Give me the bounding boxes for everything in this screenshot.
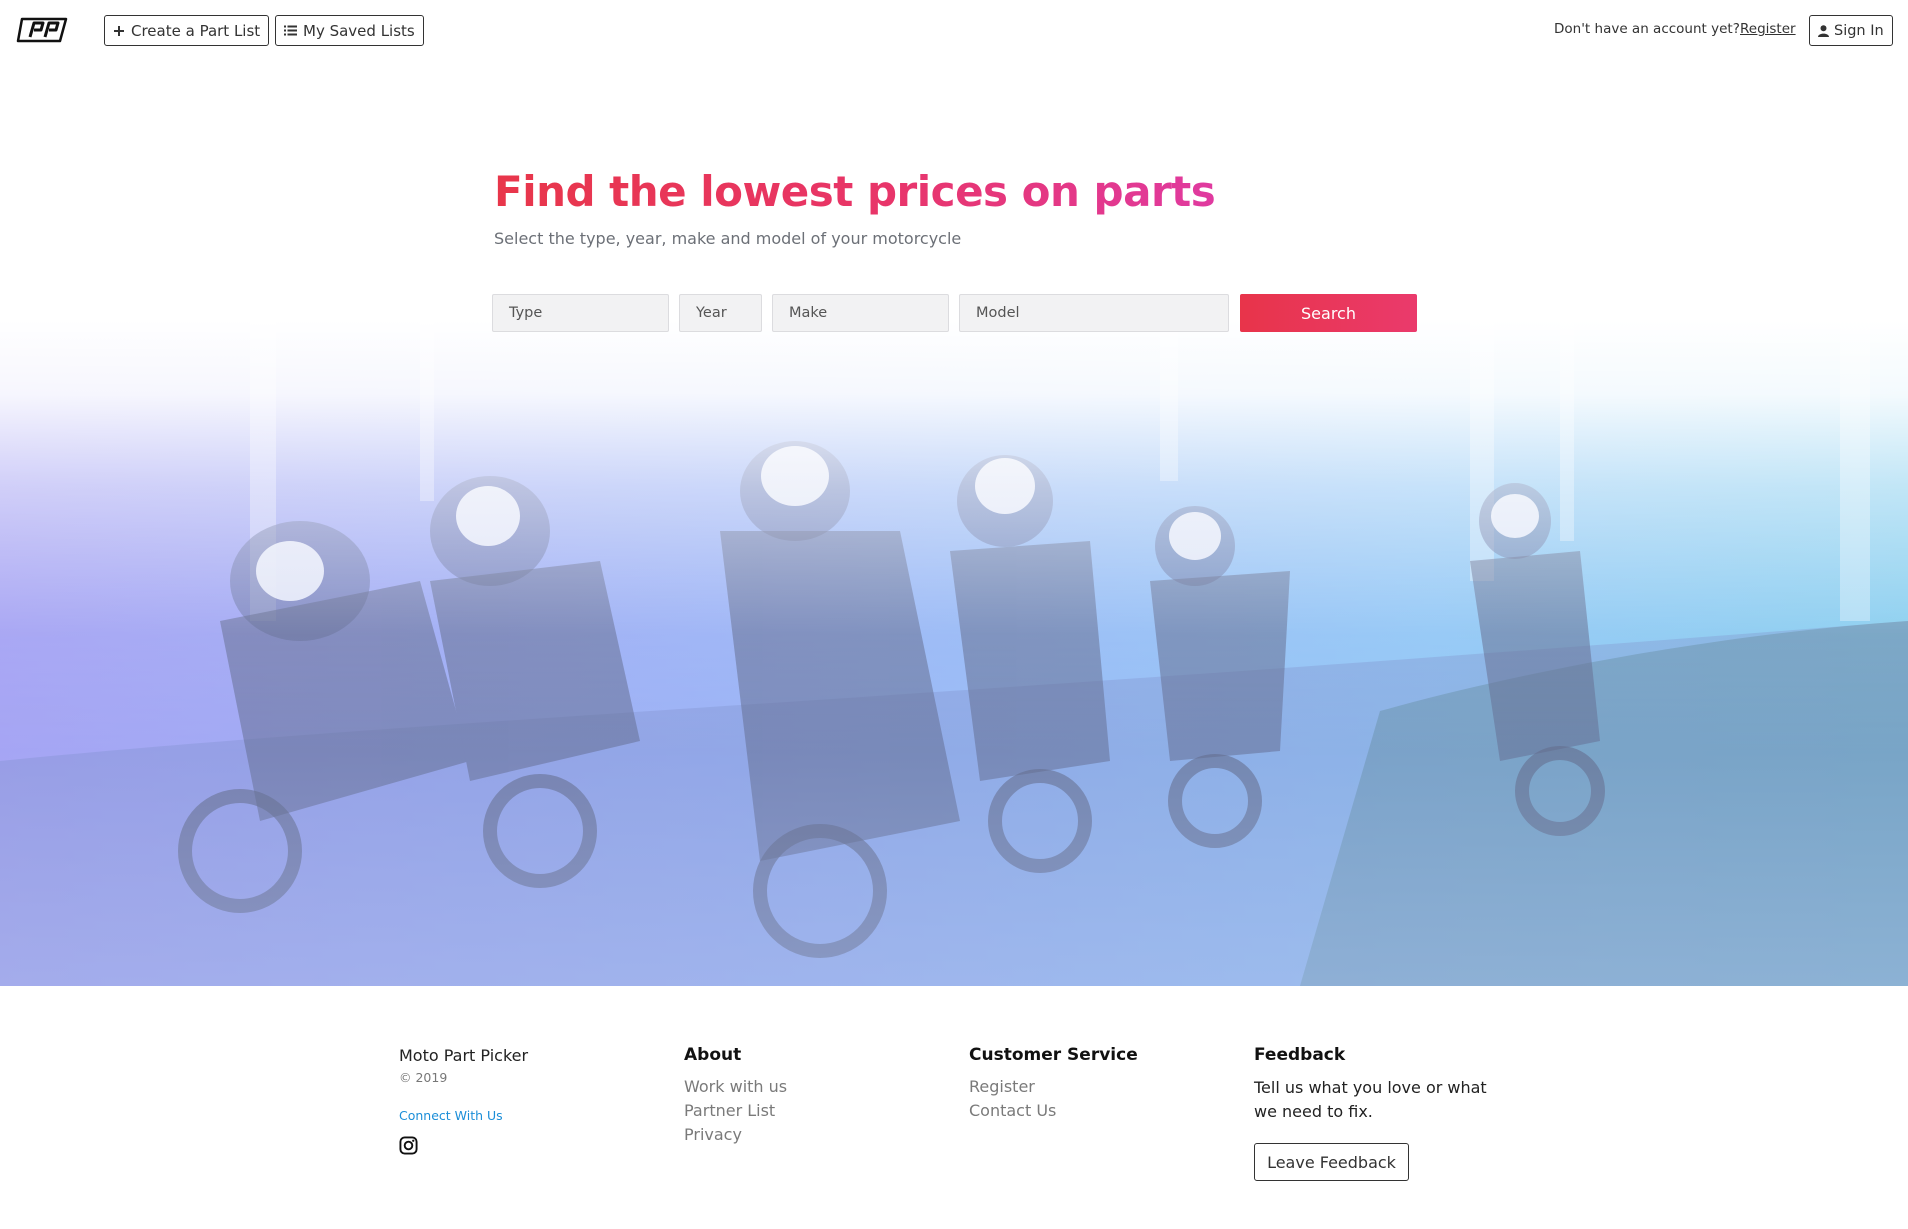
year-placeholder: Year	[696, 305, 727, 321]
hero-headline: Find the lowest prices on parts	[494, 167, 1216, 216]
create-part-list-label: Create a Part List	[131, 21, 261, 40]
search-button-label: Search	[1301, 303, 1356, 323]
make-placeholder: Make	[789, 305, 828, 321]
footer-brand: Moto Part Picker	[399, 1046, 529, 1065]
footer-register-link[interactable]: Register	[969, 1077, 1035, 1096]
search-button[interactable]: Search	[1240, 294, 1417, 332]
plus-icon	[114, 25, 124, 36]
sign-in-button[interactable]: Sign In	[1809, 15, 1893, 46]
leave-feedback-button[interactable]: Leave Feedback	[1254, 1143, 1409, 1181]
feedback-text: Tell us what you love or what we need to…	[1254, 1078, 1487, 1121]
customer-service-heading: Customer Service	[969, 1045, 1138, 1065]
privacy-link[interactable]: Privacy	[684, 1125, 742, 1144]
partner-list-link[interactable]: Partner List	[684, 1101, 775, 1120]
create-part-list-button[interactable]: Create a Part List	[104, 15, 270, 46]
sign-in-label: Sign In	[1834, 22, 1884, 39]
type-select[interactable]: Type	[492, 294, 669, 332]
connect-with-us-label: Connect With Us	[399, 1108, 503, 1123]
top-navigation-bar: Create a Part List My Saved Lists Don't …	[0, 0, 1908, 61]
list-icon	[284, 25, 297, 36]
about-heading: About	[684, 1045, 742, 1065]
register-link[interactable]: Register	[1740, 21, 1796, 37]
my-saved-lists-button[interactable]: My Saved Lists	[275, 15, 424, 46]
leave-feedback-label: Leave Feedback	[1267, 1152, 1396, 1172]
pp-logo-icon[interactable]	[16, 15, 72, 45]
hero-subline: Select the type, year, make and model of…	[494, 229, 962, 248]
make-select[interactable]: Make	[772, 294, 949, 332]
hero-section: Find the lowest prices on parts Select t…	[0, 61, 1908, 986]
model-select[interactable]: Model	[959, 294, 1229, 332]
instagram-icon[interactable]	[399, 1136, 418, 1155]
model-placeholder: Model	[976, 305, 1020, 321]
no-account-text: Don't have an account yet?	[1554, 21, 1740, 37]
user-icon	[1818, 24, 1829, 37]
type-placeholder: Type	[509, 305, 543, 321]
feedback-heading: Feedback	[1254, 1045, 1346, 1065]
contact-us-link[interactable]: Contact Us	[969, 1101, 1056, 1120]
footer-copyright: © 2019	[399, 1070, 448, 1085]
my-saved-lists-label: My Saved Lists	[303, 21, 415, 40]
work-with-us-link[interactable]: Work with us	[684, 1077, 787, 1096]
year-select[interactable]: Year	[679, 294, 762, 332]
